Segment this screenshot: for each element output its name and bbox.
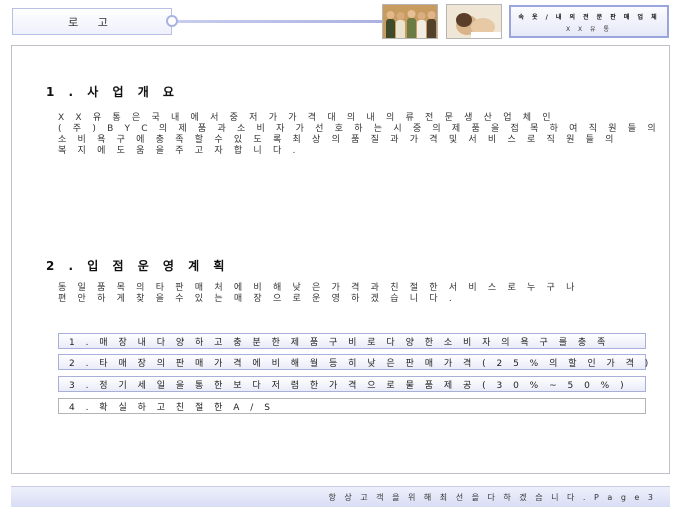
slide-content: 1 . 사 업 개 요 X X 유 통 은 국 내 에 서 중 저 가 가 격 … — [11, 45, 670, 474]
plan-item-3: 3 . 정 기 세 일 을 통 한 보 다 저 렴 한 가 격 으 로 물 품 … — [58, 376, 646, 392]
section-1-line: 복 지 에 도 움 을 주 고 자 합 니 다 . — [58, 146, 300, 156]
header-divider-line — [172, 20, 382, 23]
people-group-photo — [382, 4, 438, 39]
header-divider-dot — [166, 15, 178, 27]
company-name: X X 유 통 — [566, 26, 612, 33]
logo-placeholder: 로 고 — [12, 8, 172, 35]
section-1-body: X X 유 통 은 국 내 에 서 중 저 가 가 격 대 의 내 의 류 전 … — [58, 113, 660, 157]
company-title: 속 옷 / 내 의 전 문 판 매 업 체 — [518, 14, 660, 21]
section-1-line: 소 비 욕 구 에 충 족 할 수 있 도 록 최 상 의 품 질 과 가 격 … — [58, 135, 618, 145]
couple-photo — [446, 4, 502, 39]
plan-item-2: 2 . 타 매 장 의 판 매 가 격 에 비 해 월 등 히 낮 은 판 매 … — [58, 354, 648, 370]
plan-item-4: 4 . 확 실 하 고 친 절 한 A / S — [58, 398, 646, 414]
plan-item-1: 1 . 매 장 내 다 양 하 고 충 분 한 제 품 구 비 로 다 양 한 … — [58, 333, 646, 349]
section-2-line: 편 안 하 게 찾 을 수 있 는 매 장 으 로 운 영 하 겠 습 니 다 … — [58, 294, 456, 304]
section-2-line: 동 일 품 목 의 타 판 매 처 에 비 해 낮 은 가 격 과 친 절 한 … — [58, 283, 579, 293]
footer-text: 항 상 고 객 을 위 해 최 선 을 다 하 겠 습 니 다 . P a g … — [328, 492, 656, 502]
section-2-body: 동 일 품 목 의 타 판 매 처 에 비 해 낮 은 가 격 과 친 절 한 … — [58, 283, 579, 305]
section-1-line: X X 유 통 은 국 내 에 서 중 저 가 가 격 대 의 내 의 류 전 … — [58, 113, 555, 123]
section-1-line: ( 주 ) B Y C 의 제 품 과 소 비 자 가 선 호 하 는 시 중 … — [58, 124, 660, 134]
company-title-box: 속 옷 / 내 의 전 문 판 매 업 체 X X 유 통 — [509, 5, 669, 38]
section-1-heading: 1 . 사 업 개 요 — [46, 85, 179, 99]
section-2-heading: 2 . 입 점 운 영 계 획 — [46, 259, 230, 273]
slide-header: 로 고 속 옷 / 내 의 전 문 판 매 업 체 X X 유 통 — [0, 0, 680, 44]
slide-footer: 항 상 고 객 을 위 해 최 선 을 다 하 겠 습 니 다 . P a g … — [11, 486, 670, 507]
